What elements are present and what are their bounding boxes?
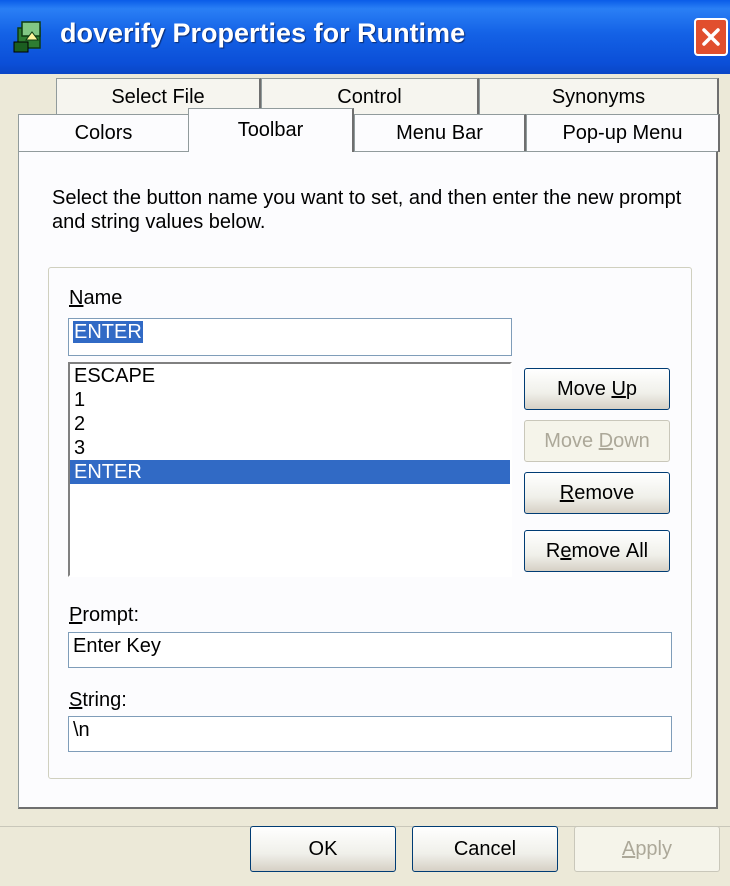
apply-button[interactable]: Apply <box>574 826 720 872</box>
list-item[interactable]: 2 <box>70 412 510 436</box>
cancel-button[interactable]: Cancel <box>412 826 558 872</box>
close-button[interactable] <box>694 18 728 56</box>
properties-dialog: doverify Properties for Runtime Select F… <box>0 0 730 886</box>
list-item[interactable]: ESCAPE <box>70 364 510 388</box>
remove-button[interactable]: Remove <box>524 472 670 514</box>
string-input[interactable]: \n <box>68 716 672 752</box>
button-name-list[interactable]: ESCAPE 1 2 3 ENTER <box>68 362 512 577</box>
name-input-value: ENTER <box>73 321 143 343</box>
app-icon <box>13 21 41 53</box>
list-item[interactable]: 3 <box>70 436 510 460</box>
remove-all-button[interactable]: Re move All <box>524 530 670 572</box>
string-label: String: <box>69 689 127 711</box>
tab-popup-menu[interactable]: Pop-up Menu <box>526 114 720 152</box>
close-icon <box>702 28 720 46</box>
window-title: doverify Properties for Runtime <box>60 18 466 48</box>
tab-synonyms[interactable]: Synonyms <box>479 78 719 116</box>
list-item-selected[interactable]: ENTER <box>70 460 510 484</box>
move-up-button[interactable]: Move Up <box>524 368 670 410</box>
name-label: Name <box>69 287 123 309</box>
prompt-input[interactable]: Enter Key <box>68 632 672 668</box>
name-label-rest: ame <box>83 287 123 309</box>
ok-button[interactable]: OK <box>250 826 396 872</box>
name-input[interactable]: ENTER <box>68 318 512 356</box>
prompt-label: Prompt: <box>69 604 140 626</box>
tab-menu-bar[interactable]: Menu Bar <box>354 114 526 152</box>
list-item[interactable]: 1 <box>70 388 510 412</box>
title-bar[interactable]: doverify Properties for Runtime <box>0 0 730 74</box>
tab-colors[interactable]: Colors <box>18 114 190 152</box>
tab-toolbar[interactable]: Toolbar <box>188 108 354 152</box>
instructions-text: Select the button name you want to set, … <box>52 187 682 233</box>
move-down-button[interactable]: Move Down <box>524 420 670 462</box>
